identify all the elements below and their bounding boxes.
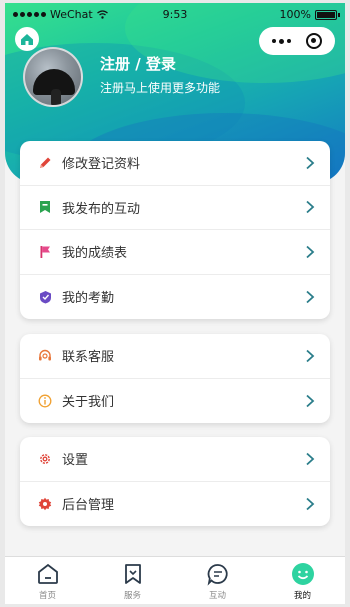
menu-item-label: 我的考勤 (62, 291, 115, 307)
home-button[interactable] (15, 27, 39, 51)
tab-services[interactable]: 服务 (90, 557, 175, 604)
tab-label: 首页 (38, 591, 56, 601)
tab-bar: 首页 服务 互动 我的 (5, 556, 345, 604)
close-target-icon[interactable] (305, 33, 322, 49)
gear-icon (38, 452, 52, 466)
tab-interaction[interactable]: 互动 (175, 557, 260, 604)
home-icon (35, 561, 61, 587)
menu-item-label: 关于我们 (62, 395, 115, 411)
menu-item-label: 我发布的互动 (62, 201, 141, 217)
chevron-right-icon (306, 497, 315, 510)
chevron-right-icon (306, 290, 315, 303)
menu-item-edit-registration[interactable]: 修改登记资料 (20, 141, 330, 186)
login-title[interactable]: 注册 / 登录 (100, 53, 176, 74)
mini-program-capsule (259, 27, 335, 55)
menu-item-my-scores[interactable]: 我的成绩表 (20, 230, 330, 275)
menu-card-support: 联系客服 关于我们 (20, 334, 330, 423)
flag-icon (38, 245, 52, 259)
status-bar: WeChat 9:53 100% (5, 8, 345, 24)
menu-item-contact-support[interactable]: 联系客服 (20, 334, 330, 379)
tab-label: 服务 (123, 591, 141, 601)
admin-gear-icon (38, 497, 52, 511)
chevron-right-icon (306, 201, 315, 214)
shield-icon (38, 290, 52, 304)
menu-item-settings[interactable]: 设置 (20, 437, 330, 482)
smiley-icon (290, 561, 316, 587)
phone-screen: WeChat 9:53 100% 注册 / 登录 注册马上使用更多功能 修改登记… (5, 3, 345, 604)
chevron-right-icon (306, 394, 315, 407)
chat-icon (205, 561, 231, 587)
menu-item-my-attendance[interactable]: 我的考勤 (20, 275, 330, 320)
menu-item-label: 后台管理 (62, 498, 115, 514)
headset-icon (38, 349, 52, 363)
home-icon (21, 33, 33, 45)
bookmark-icon (120, 561, 146, 587)
menu-item-about-us[interactable]: 关于我们 (20, 379, 330, 424)
menu-card-settings: 设置 后台管理 (20, 437, 330, 526)
menu-item-label: 我的成绩表 (62, 246, 128, 262)
menu-item-label: 联系客服 (62, 350, 115, 366)
menu-item-label: 修改登记资料 (62, 157, 141, 173)
chevron-right-icon (306, 156, 315, 169)
menu-item-my-posts[interactable]: 我发布的互动 (20, 186, 330, 230)
more-icon[interactable] (272, 38, 292, 44)
battery-percent: 100% (279, 8, 311, 21)
avatar[interactable] (23, 47, 83, 107)
tab-mine[interactable]: 我的 (260, 557, 345, 604)
tab-label: 互动 (208, 591, 226, 601)
chevron-right-icon (306, 349, 315, 362)
tab-label: 我的 (293, 591, 311, 601)
chevron-right-icon (306, 452, 315, 465)
tab-home[interactable]: 首页 (5, 557, 90, 604)
menu-card-profile: 修改登记资料 我发布的互动 我的成绩表 我的考勤 (20, 141, 330, 319)
bookmark-icon (38, 200, 52, 214)
login-subtitle: 注册马上使用更多功能 (100, 81, 221, 95)
menu-item-label: 设置 (62, 453, 89, 469)
chevron-right-icon (306, 245, 315, 258)
pencil-icon (38, 156, 52, 170)
menu-item-admin[interactable]: 后台管理 (20, 482, 330, 527)
info-icon (38, 394, 52, 408)
battery-icon (315, 9, 340, 20)
